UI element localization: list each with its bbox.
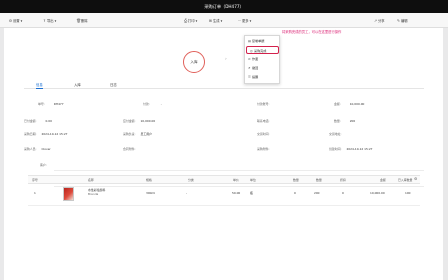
field-purchaser: 采购人员: Clover	[24, 147, 51, 151]
field-delivery-time: 交货时间:	[257, 132, 270, 136]
table-settings-gear-icon[interactable]: ⚙	[414, 176, 417, 181]
field-delivery-address: 交货地址:	[329, 132, 342, 136]
field-quantity: 数量: 200	[334, 119, 356, 123]
chevron-right-icon: ›	[225, 57, 227, 62]
divider	[54, 170, 424, 171]
settings-menu[interactable]: ⚙设置 ▾	[8, 13, 23, 28]
more-menu[interactable]: ⋯更多 ▾	[237, 13, 252, 28]
right-margin	[443, 28, 448, 280]
chevron-down-icon: ▾	[220, 19, 223, 23]
field-payment: 付款: -	[143, 102, 162, 106]
field-customer: 客户:	[40, 163, 47, 167]
export-menu[interactable]: ⇪导出 ▾	[42, 13, 56, 28]
tab-log[interactable]: 日志	[110, 81, 117, 89]
share-button[interactable]: ↗分享	[373, 13, 385, 28]
product-thumbnail	[63, 187, 74, 201]
delete-button[interactable]: 🗑删除	[76, 13, 88, 28]
toolbar: ⚙设置 ▾ ⇪导出 ▾ 🗑删除 ⎙打印 ▾ ⊞生成 ▾ ⋯更多 ▾ ↗分享 ✎编…	[0, 13, 448, 28]
print-menu[interactable]: ⎙打印 ▾	[183, 13, 197, 28]
field-payment-account: 付款账号:	[257, 102, 270, 106]
table-row[interactable]: 1 水性彩绘颜料 Brenda 300ml - 50.00 瓶 0 200 0 …	[28, 184, 420, 206]
tab-info[interactable]: 信息	[36, 81, 43, 89]
field-created-time: 创建时间: 2024-10-12 15:27	[329, 147, 373, 151]
annotation-callout: 将采购完成的员工，可以在这里进行操作	[282, 30, 342, 34]
field-order-no: 单号: DH477	[38, 102, 64, 106]
edit-button[interactable]: ✎编辑	[396, 13, 408, 28]
window-title: 采购订单（DH477）	[0, 0, 448, 13]
chevron-down-icon: ▾	[54, 19, 57, 23]
menu-item-copy[interactable]: ▤复制单据	[245, 37, 281, 45]
menu-item-purchase-complete[interactable]: ◎采购完成	[246, 46, 279, 54]
tab-bar: 信息 入库 日志	[24, 80, 424, 89]
field-amount: 金额: 10,000.00	[334, 102, 365, 106]
menu-item-revoke[interactable]: ↺撤回	[245, 64, 281, 72]
field-paid-amount: 已付金额: 0.00	[24, 119, 52, 123]
field-purchase-owner: 采购负责: 员工用户	[123, 132, 153, 136]
field-contact-phone: 联系电话:	[257, 119, 270, 123]
field-purchase-date: 采购日期: 2024-10-12 15:27	[24, 132, 68, 136]
chevron-down-icon: ▾	[195, 19, 198, 23]
chevron-down-icon: ▾	[20, 19, 23, 23]
order-detail-panel: 入库 › ▤复制单据 ◎采购完成 ⊘作废 ↺撤回 ☰提醒 将采购完成的员工，可以…	[4, 28, 444, 280]
items-table-header: 序号 名称 规格 分类 单价 单位 数量 数量 折扣 金额 已入库数量	[28, 175, 420, 184]
more-dropdown-menu: ▤复制单据 ◎采购完成 ⊘作废 ↺撤回 ☰提醒	[244, 35, 280, 84]
tab-inbound[interactable]: 入库	[74, 81, 81, 89]
generate-menu[interactable]: ⊞生成 ▾	[208, 13, 222, 28]
field-payable-amount: 应付金额: 10,000.00	[123, 119, 156, 123]
field-contract-attachment: 合同附件:	[123, 147, 136, 151]
chevron-down-icon: ▾	[249, 19, 252, 23]
menu-item-void[interactable]: ⊘作废	[245, 55, 281, 63]
field-purchase-attachment: 采购附件:	[257, 147, 270, 151]
flow-node-inbound: 入库	[183, 51, 205, 73]
